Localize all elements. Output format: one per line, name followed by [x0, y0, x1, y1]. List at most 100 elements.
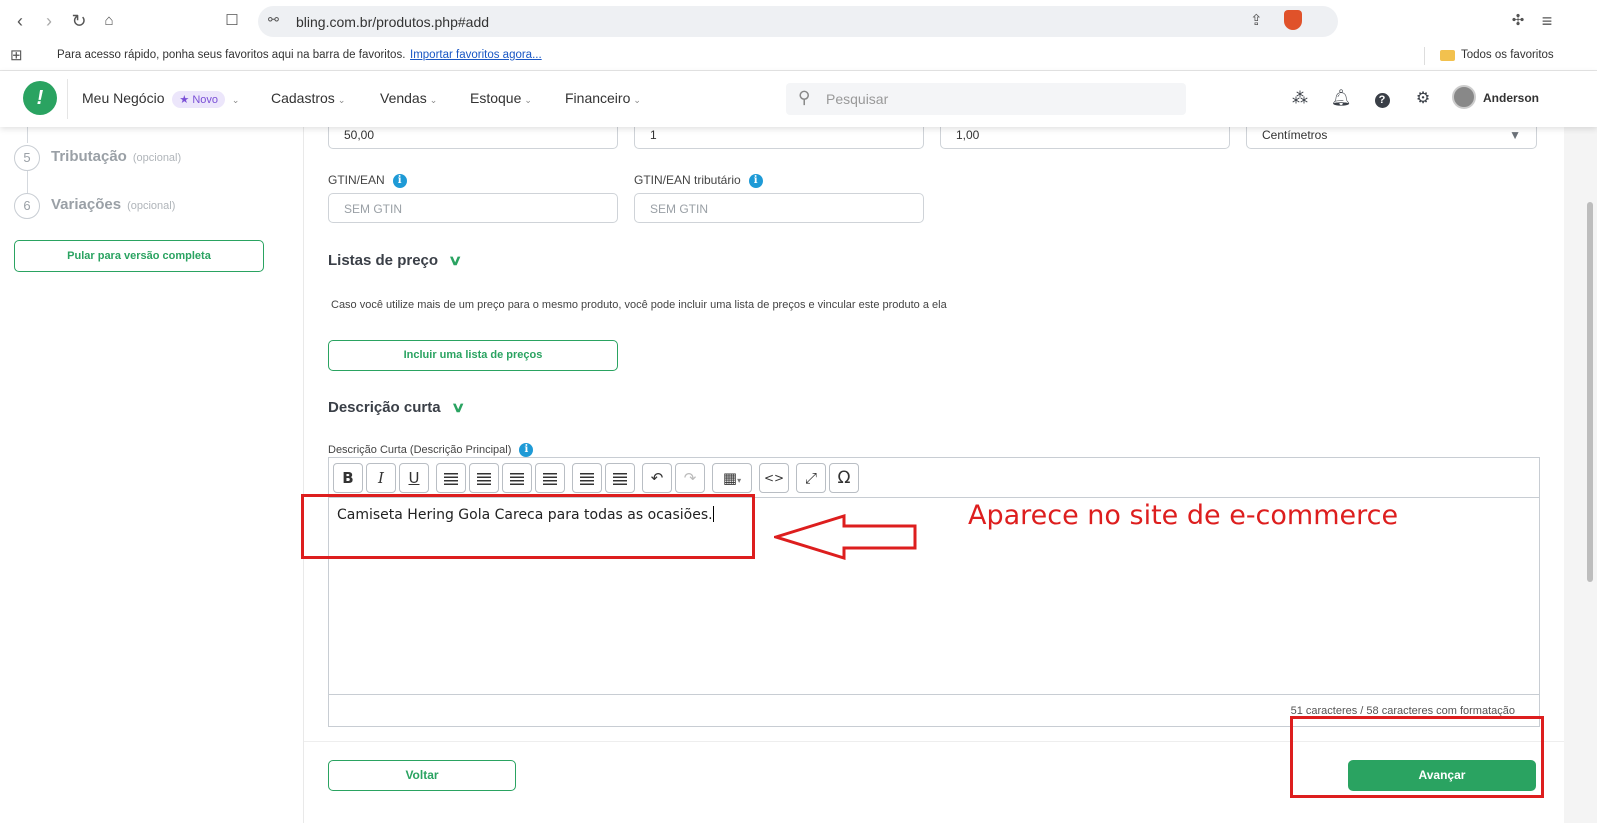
gear-icon[interactable]: ⚙: [1412, 88, 1434, 110]
redo-button[interactable]: ↷: [675, 463, 705, 493]
bookmarks-hint: Para acesso rápido, ponha seus favoritos…: [57, 49, 406, 61]
align-center-button[interactable]: [469, 463, 499, 493]
app-header: ! Meu Negócio ★ Novo ⌄ Cadastros ⌄ Vendas…: [0, 71, 1597, 127]
avatar[interactable]: [1452, 85, 1476, 109]
align-center-icon: [477, 472, 491, 485]
info-icon[interactable]: i: [748, 174, 763, 188]
table-icon: ▦: [722, 469, 738, 487]
underline-button[interactable]: U: [399, 463, 429, 493]
menu-label: Cadastros: [271, 90, 335, 106]
menu-cadastros[interactable]: Cadastros ⌄: [271, 90, 345, 106]
apps-icon[interactable]: ⁂: [1289, 88, 1311, 110]
chevron-down-icon: ⌄: [633, 95, 641, 105]
skip-to-full-version-button[interactable]: Pular para versão completa: [14, 240, 264, 272]
novo-badge: ★ Novo: [172, 91, 226, 108]
divider: [1424, 47, 1425, 65]
unit-select-value: Centímetros: [1262, 128, 1328, 142]
user-name[interactable]: Anderson: [1483, 91, 1539, 105]
gtin-label: GTIN/EAN i: [328, 173, 407, 188]
scrollbar-thumb[interactable]: [1587, 202, 1593, 582]
outdent-button[interactable]: [572, 463, 602, 493]
share-icon[interactable]: ⇪: [1250, 11, 1263, 29]
gtin-input[interactable]: SEM GTIN: [328, 193, 618, 223]
chevron-down-icon: ⌄: [231, 95, 240, 105]
menu-label: Financeiro: [565, 90, 631, 106]
annotation-text: Aparece no site de e-commerce: [968, 500, 1399, 531]
divider: [67, 79, 68, 119]
back-icon[interactable]: ‹: [9, 10, 31, 32]
page-scrollbar[interactable]: [1564, 127, 1597, 823]
label-text: GTIN/EAN tributário: [634, 173, 741, 187]
browser-menu-icon[interactable]: ≡: [1536, 10, 1558, 32]
add-price-list-button[interactable]: Incluir uma lista de preços: [328, 340, 618, 371]
price-lists-section-toggle[interactable]: Listas de preço ∨: [328, 252, 463, 269]
wizard-steps-panel: 5 Tributação (opcional) 6 Variações (opcio…: [0, 127, 304, 823]
section-title: Listas de preço: [328, 252, 439, 269]
star-icon: ★: [179, 94, 190, 106]
table-button[interactable]: ▦▾: [712, 463, 752, 493]
undo-icon: ↶: [650, 469, 664, 487]
site-settings-icon[interactable]: ⚯: [268, 12, 279, 28]
align-right-button[interactable]: [502, 463, 532, 493]
search-input[interactable]: ⚲ Pesquisar: [786, 83, 1186, 115]
bell-icon[interactable]: 🔔︎: [1330, 88, 1352, 110]
info-icon[interactable]: i: [519, 443, 534, 457]
step-number: 5: [14, 145, 40, 171]
align-left-button[interactable]: [436, 463, 466, 493]
short-desc-section-toggle[interactable]: Descrição curta ∨: [328, 399, 465, 416]
menu-label: Vendas: [380, 90, 427, 106]
home-icon[interactable]: ⌂: [98, 10, 120, 32]
bling-logo[interactable]: !: [23, 81, 57, 115]
source-code-button[interactable]: <>: [759, 463, 789, 493]
indent-button[interactable]: [605, 463, 635, 493]
step-connector: [27, 171, 28, 193]
price-lists-description: Caso você utilize mais de um preço para …: [331, 299, 947, 311]
reload-icon[interactable]: ↻: [68, 10, 90, 32]
apps-grid-icon[interactable]: ⊞: [10, 46, 23, 64]
info-icon[interactable]: i: [392, 174, 407, 188]
menu-vendas[interactable]: Vendas ⌄: [380, 90, 437, 106]
forward-icon[interactable]: ›: [38, 10, 60, 32]
step-optional: (opcional): [132, 152, 182, 164]
all-favorites[interactable]: Todos os favoritos: [1461, 49, 1554, 61]
align-right-icon: [510, 472, 524, 485]
chevron-down-icon: ⌄: [337, 95, 346, 105]
annotation-box-next: [1290, 716, 1544, 798]
chevron-down-icon: ∨: [450, 399, 465, 415]
menu-estoque[interactable]: Estoque ⌄: [470, 90, 532, 106]
menu-meu-negocio[interactable]: Meu Negócio ★ Novo ⌄: [82, 90, 239, 108]
browser-toolbar: ‹ › ↻ ⌂ ☐ ⚯ bling.com.br/produtos.php#ad…: [0, 0, 1597, 41]
chevron-down-icon: ∨: [447, 252, 463, 268]
undo-button[interactable]: ↶: [642, 463, 672, 493]
menu-financeiro[interactable]: Financeiro ⌄: [565, 90, 641, 106]
bookmarks-bar: ⊞ Para acesso rápido, ponha seus favorit…: [0, 41, 1597, 71]
justify-button[interactable]: [535, 463, 565, 493]
short-desc-label: Descrição Curta (Descrição Principal) i: [328, 443, 534, 457]
extensions-icon[interactable]: ✣: [1507, 10, 1529, 32]
label-text: GTIN/EAN: [328, 173, 385, 187]
brave-shield-icon[interactable]: [1284, 10, 1302, 30]
bookmark-icon[interactable]: ☐: [221, 10, 243, 32]
step-optional: (opcional): [127, 200, 176, 212]
fullscreen-button[interactable]: ⤢: [796, 463, 826, 493]
back-button[interactable]: Voltar: [328, 760, 516, 791]
indent-icon: [613, 472, 627, 485]
step-number: 6: [14, 193, 40, 219]
special-char-button[interactable]: Ω: [829, 463, 859, 493]
section-title: Descrição curta: [328, 399, 441, 416]
folder-icon: [1440, 50, 1455, 61]
gtin-trib-input[interactable]: SEM GTIN: [634, 193, 924, 223]
address-bar[interactable]: ⚯ bling.com.br/produtos.php#add ⇪: [258, 6, 1338, 37]
outdent-icon: [580, 472, 594, 485]
label-text: Descrição Curta (Descrição Principal): [328, 444, 512, 456]
import-bookmarks-link[interactable]: Importar favoritos agora...: [410, 49, 542, 61]
redo-icon: ↷: [683, 469, 697, 487]
help-icon[interactable]: ?: [1371, 88, 1393, 110]
annotation-arrow-icon: [774, 514, 917, 560]
editor-toolbar: B I U ↶ ↷ ▦▾ <> ⤢ Ω: [329, 458, 1539, 498]
chevron-down-icon: ⌄: [524, 95, 532, 105]
italic-button[interactable]: I: [366, 463, 396, 493]
bold-button[interactable]: B: [333, 463, 363, 493]
menu-label: Estoque: [470, 90, 522, 106]
annotation-box-description: [301, 494, 755, 559]
